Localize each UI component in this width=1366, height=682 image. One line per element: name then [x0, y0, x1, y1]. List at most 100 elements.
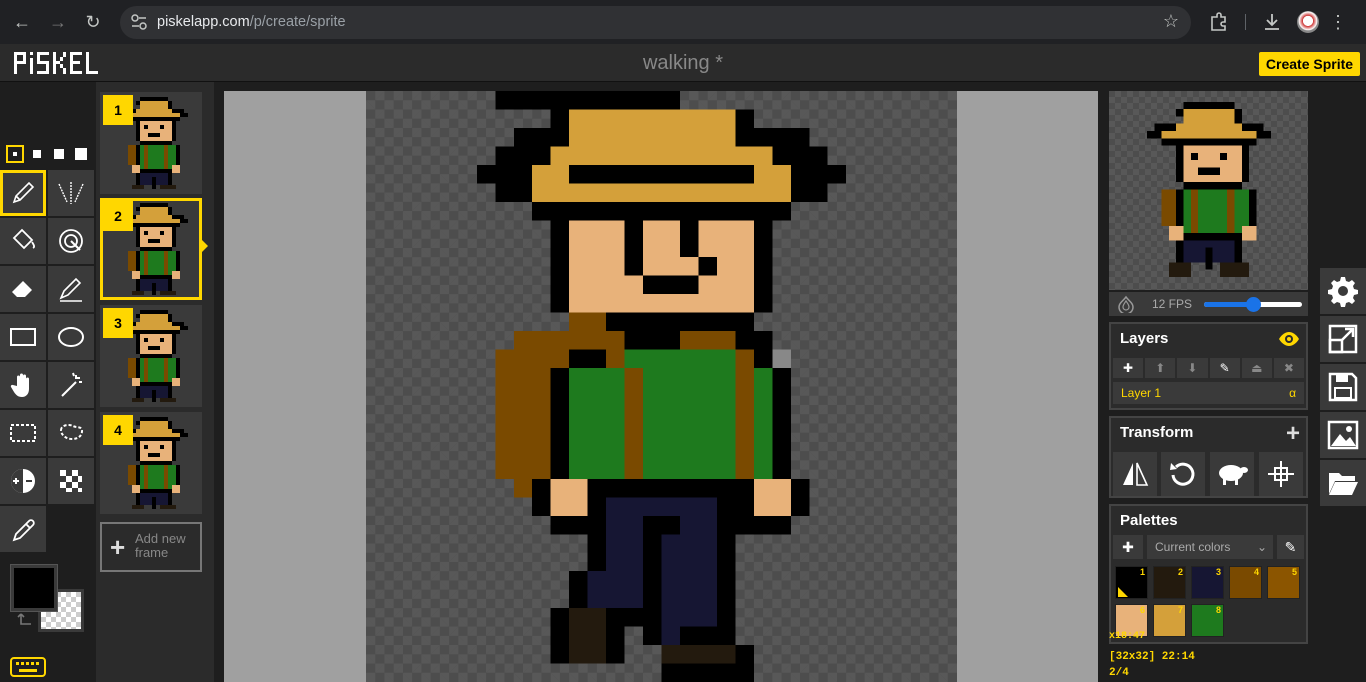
hand-icon — [10, 373, 29, 397]
move-layer-up-icon[interactable]: ⬆ — [1145, 358, 1176, 378]
stroke-tool[interactable] — [48, 266, 94, 312]
folder-open-icon — [1329, 473, 1358, 495]
image-icon — [1327, 420, 1359, 450]
pen-size-1[interactable] — [6, 145, 24, 163]
resize-button[interactable] — [1320, 316, 1366, 362]
onion-skin-icon[interactable] — [1117, 295, 1135, 313]
palette-select[interactable]: Current colors ⌄ — [1147, 535, 1273, 559]
extensions-icon[interactable] — [1208, 11, 1230, 33]
document-title[interactable]: walking * — [0, 52, 1366, 75]
layers-title: Layers — [1120, 330, 1169, 347]
forward-icon[interactable]: → — [46, 10, 70, 34]
palette-color-swatch[interactable]: 3 — [1191, 566, 1224, 599]
sprite-canvas[interactable] — [366, 91, 957, 682]
merge-layer-icon[interactable]: ⏏ — [1241, 358, 1272, 378]
move-layer-down-icon[interactable]: ⬇ — [1177, 358, 1208, 378]
circle-tool[interactable] — [48, 314, 94, 360]
layers-panel: Layers ✚ ⬆ ⬇ ✎ ⏏ ✖ Layer 1 α — [1109, 322, 1308, 410]
frame-thumbnail[interactable]: 2 — [100, 198, 202, 300]
palette-color-swatch[interactable]: 2 — [1153, 566, 1186, 599]
mirror-pen-tool[interactable] — [48, 170, 94, 216]
pen-size-4[interactable] — [72, 145, 90, 163]
preview-sprite — [1147, 101, 1271, 277]
clone-button[interactable] — [1210, 452, 1254, 496]
rectangle-tool[interactable] — [0, 314, 46, 360]
delete-layer-icon[interactable]: ✖ — [1273, 358, 1305, 378]
menu-icon[interactable]: ⋮ — [1326, 10, 1350, 34]
back-icon[interactable]: ← — [10, 10, 34, 34]
add-frame-label: frame — [135, 545, 169, 560]
palette-color-swatch[interactable]: 7 — [1153, 604, 1186, 637]
keyboard-shortcuts-icon[interactable] — [10, 657, 46, 677]
palette-color-swatch[interactable]: 1 — [1115, 566, 1148, 599]
layer-name: Layer 1 — [1121, 386, 1162, 400]
magic-wand-tool[interactable] — [48, 362, 94, 408]
lasso-select-tool[interactable] — [48, 410, 94, 456]
center-button[interactable] — [1259, 452, 1303, 496]
drawing-canvas[interactable] — [366, 91, 957, 682]
lighten-tool[interactable] — [0, 458, 46, 504]
url-text: piskelapp.com/p/create/sprite — [157, 14, 346, 30]
address-bar[interactable]: piskelapp.com/p/create/sprite ☆ — [120, 6, 1191, 39]
site-settings-icon[interactable] — [130, 13, 148, 31]
import-button[interactable] — [1320, 460, 1366, 506]
settings-button[interactable] — [1320, 268, 1366, 314]
rename-layer-icon[interactable]: ✎ — [1209, 358, 1240, 378]
frame-thumbnail[interactable]: 4 — [100, 412, 202, 514]
transform-title: Transform — [1120, 424, 1194, 441]
transform-expand-icon[interactable]: + — [1286, 420, 1300, 448]
create-sprite-button[interactable]: Create Sprite — [1259, 52, 1360, 76]
rotate-button[interactable] — [1161, 452, 1205, 496]
add-frame-button[interactable]: + Add new frame — [100, 522, 202, 572]
floppy-disk-icon — [1328, 372, 1358, 402]
palette-color-swatch[interactable]: 4 — [1229, 566, 1262, 599]
primary-color-swatch[interactable] — [10, 564, 58, 612]
target-bucket-icon — [59, 229, 83, 253]
align-center-icon — [1268, 461, 1294, 487]
fps-label: 12 FPS — [1152, 297, 1193, 311]
frame-number: 2 — [103, 201, 133, 231]
dithering-tool[interactable] — [48, 458, 94, 504]
palette-color-index: 6 — [1139, 605, 1145, 615]
bookmark-star-icon[interactable]: ☆ — [1163, 11, 1179, 32]
pencil-icon — [12, 181, 35, 204]
edit-palette-icon[interactable]: ✎ — [1277, 535, 1304, 559]
reload-icon[interactable]: ↻ — [81, 10, 105, 34]
download-icon[interactable] — [1261, 11, 1283, 33]
mirror-pen-icon — [58, 182, 84, 204]
move-tool[interactable] — [0, 362, 46, 408]
toolbar-divider — [1245, 14, 1246, 30]
fps-slider[interactable] — [1204, 297, 1302, 312]
profile-avatar[interactable] — [1297, 11, 1319, 33]
same-color-bucket-tool[interactable] — [48, 218, 94, 264]
frame-thumbnail[interactable]: 3 — [100, 305, 202, 407]
frame-thumbnail[interactable]: 1 — [100, 92, 202, 194]
drawing-stage[interactable] — [224, 91, 1098, 682]
eraser-tool[interactable] — [0, 266, 46, 312]
fps-slider-handle[interactable] — [1246, 297, 1261, 312]
frames-panel: 1 2 3 4 + Add new frame — [96, 82, 214, 682]
eye-icon[interactable] — [1278, 331, 1300, 347]
swap-colors-icon[interactable] — [15, 612, 35, 630]
add-frame-label: Add new — [135, 531, 186, 546]
layer-alpha[interactable]: α — [1289, 386, 1296, 400]
rectangle-select-tool[interactable] — [0, 410, 46, 456]
sheep-icon — [1219, 465, 1248, 485]
add-palette-icon[interactable]: ✚ — [1113, 535, 1143, 559]
frame-counter: 2/4 — [1109, 667, 1129, 679]
paint-bucket-tool[interactable] — [0, 218, 46, 264]
layer-item[interactable]: Layer 1 α — [1113, 382, 1304, 404]
pen-tool[interactable] — [0, 170, 46, 216]
pen-size-2[interactable] — [28, 145, 46, 163]
layer-toolbar: ✚ ⬆ ⬇ ✎ ⏏ ✖ — [1113, 358, 1305, 378]
fps-control: 12 FPS — [1109, 292, 1308, 316]
export-button[interactable] — [1320, 412, 1366, 458]
add-layer-icon[interactable]: ✚ — [1113, 358, 1144, 378]
flip-button[interactable] — [1113, 452, 1157, 496]
palette-color-swatch[interactable]: 5 — [1267, 566, 1300, 599]
pen-size-3[interactable] — [50, 145, 68, 163]
save-button[interactable] — [1320, 364, 1366, 410]
color-picker-tool[interactable] — [0, 506, 46, 552]
palette-color-swatch[interactable]: 8 — [1191, 604, 1224, 637]
palette-select-value: Current colors — [1155, 540, 1231, 554]
